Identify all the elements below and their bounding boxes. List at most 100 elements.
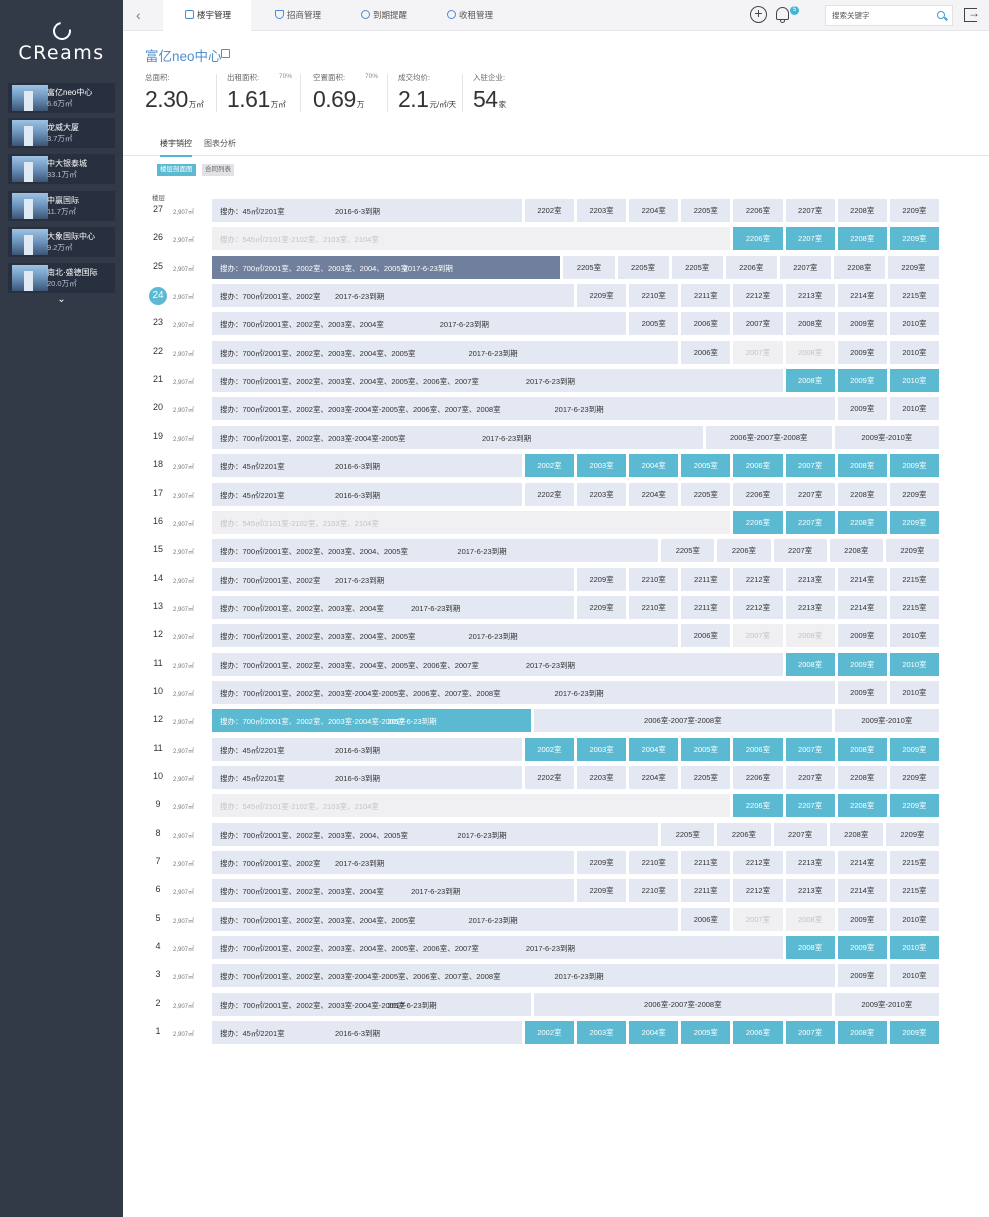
room-cell[interactable]: 2009室-2010室 [834,709,939,733]
room-cell[interactable]: 2209室 [577,851,627,875]
lease-block[interactable]: 搜办：45㎡/2201室 2016-6-3到期 [212,199,522,222]
tab-sales-control[interactable]: 楼宇销控 [160,138,192,157]
add-icon[interactable]: + [750,6,767,23]
sidebar-building-card[interactable]: 龙威大厦 3.7万㎡ [8,118,115,148]
room-cell[interactable]: 2202室 [524,482,574,506]
sidebar-building-card[interactable]: 中大银泰城 33.1万㎡ [8,154,115,184]
logo[interactable]: CReams [0,18,123,64]
lease-block[interactable]: 搜办：700㎡/2001室、2002室、2003室、2004室、2005室、20… [212,369,783,393]
room-cell[interactable]: 2009室 [889,454,939,478]
search-input[interactable] [832,9,932,22]
room-cell[interactable]: 2209室 [889,510,939,534]
room-cell[interactable]: 2215室 [889,851,939,875]
lease-block[interactable]: 搜办：700㎡/2001室、2002室、2003室、2004、2005室 2017… [212,539,659,563]
view-contract-list-button[interactable]: 合同列表 [202,164,234,176]
room-cell[interactable]: 2006室 [733,454,783,478]
room-cell[interactable]: 2211室 [681,851,731,875]
room-cell[interactable]: 2003室 [577,1021,627,1045]
room-cell[interactable]: 2009室 [837,624,887,648]
room-cell[interactable]: 2009室-2010室 [834,992,939,1016]
room-cell[interactable]: 2003室 [577,737,627,761]
room-cell[interactable]: 2210室 [629,879,679,903]
room-cell[interactable]: 2006室-2007室-2008室 [705,425,832,449]
room-cell[interactable]: 2202室 [524,766,574,789]
room-cell[interactable]: 2213室 [785,879,835,903]
room-cell[interactable]: 2007室 [733,340,783,364]
lease-block[interactable]: 搜办：700㎡/2001室、2002室、2003室、2004室 2017-6-23… [212,312,627,336]
room-cell[interactable]: 2208室 [833,255,885,279]
room-cell[interactable]: 2007室 [733,624,783,648]
room-cell[interactable]: 2009室 [837,652,887,676]
room-cell[interactable]: 2009室 [889,1021,939,1045]
room-cell[interactable]: 2211室 [681,284,731,308]
room-cell[interactable]: 2209室 [577,879,627,903]
search-icon[interactable] [937,11,945,19]
tab-chart-analysis[interactable]: 图表分析 [204,138,236,149]
room-cell[interactable]: 2209室 [889,227,939,251]
tab-rent-collection[interactable]: 收租管理 [447,0,493,31]
bell-icon[interactable] [775,6,791,23]
room-cell[interactable]: 2205室 [681,766,731,789]
room-cell[interactable]: 2008室 [785,369,835,393]
room-cell[interactable]: 2008室 [785,312,835,336]
room-cell[interactable]: 2208室 [829,539,883,563]
room-cell[interactable]: 2214室 [837,284,887,308]
room-cell[interactable]: 2010室 [889,964,939,988]
room-cell[interactable]: 2008室 [837,1021,887,1045]
room-cell[interactable]: 2006室 [733,1021,783,1045]
room-cell[interactable]: 2215室 [889,879,939,903]
room-cell[interactable]: 2205室 [671,255,723,279]
room-cell[interactable]: 2206室 [733,794,783,818]
room-cell[interactable]: 2207室 [785,482,835,506]
room-cell[interactable]: 2005室 [681,1021,731,1045]
room-cell[interactable]: 2209室 [889,482,939,506]
lease-block[interactable]: 搜办：700㎡/2001室、2002室、2003室、2004室 2017-6-23… [212,879,574,903]
room-cell[interactable]: 2006室 [681,312,731,336]
room-cell[interactable]: 2008室 [785,907,835,931]
lease-block[interactable]: 搜办：700㎡/2001室、2002室、2003室、2004室、2005室、20… [212,936,783,960]
room-cell[interactable]: 2009室 [837,369,887,393]
room-cell[interactable]: 2006室 [733,737,783,761]
room-cell[interactable]: 2010室 [889,369,939,393]
room-cell[interactable]: 2009室 [889,737,939,761]
room-cell[interactable]: 2006室 [681,907,731,931]
room-cell[interactable]: 2006室-2007室-2008室 [534,992,832,1016]
room-cell[interactable]: 2008室 [837,737,887,761]
room-cell[interactable]: 2207室 [785,794,835,818]
lease-block[interactable]: 搜办：700㎡/2001室、2002室、2003室、2004室 2017-6-23… [212,595,574,619]
room-cell[interactable]: 2010室 [889,340,939,364]
room-cell[interactable]: 2208室 [829,822,883,846]
sidebar-building-card[interactable]: 富亿neo中心 6.6万㎡ [8,83,115,113]
lease-block[interactable]: 搜办：700㎡/2001室、2002室、2003室、2004室、2005室 201… [212,907,679,931]
lease-block[interactable]: 搜办：545㎡/2101室-2102室、2103室、2104室 [212,794,731,818]
lease-block[interactable]: 搜办：45㎡/2201室 2016-6-3到期 [212,454,522,478]
room-cell[interactable]: 2002室 [524,737,574,761]
room-cell[interactable]: 2009室-2010室 [834,425,939,449]
room-cell[interactable]: 2006室 [681,340,731,364]
room-cell[interactable]: 2203室 [577,482,627,506]
room-cell[interactable]: 2205室 [661,822,715,846]
room-cell[interactable]: 2213室 [785,851,835,875]
room-cell[interactable]: 2215室 [889,567,939,591]
room-cell[interactable]: 2210室 [629,595,679,619]
lease-block[interactable]: 搜办：700㎡/2001室、2002室 2017-6-23到期 [212,284,574,308]
room-cell[interactable]: 2212室 [733,567,783,591]
lease-block[interactable]: 搜办：700㎡/2001室、2002室 2017-6-23到期 [212,567,574,591]
room-cell[interactable]: 2213室 [785,567,835,591]
room-cell[interactable]: 2203室 [577,766,627,789]
room-cell[interactable]: 2010室 [889,652,939,676]
lease-block[interactable]: 搜办：700㎡/2001室、2002室、2003室、2004、2005室 2017… [212,822,659,846]
room-cell[interactable]: 2210室 [629,851,679,875]
room-cell[interactable]: 2215室 [889,595,939,619]
room-cell[interactable]: 2209室 [885,539,939,563]
room-cell[interactable]: 2009室 [837,964,887,988]
room-cell[interactable]: 2005室 [629,312,679,336]
room-cell[interactable]: 2211室 [681,879,731,903]
room-cell[interactable]: 2206室 [717,539,771,563]
room-cell[interactable]: 2207室 [785,199,835,222]
room-cell[interactable]: 2009室 [837,397,887,421]
room-cell[interactable]: 2214室 [837,851,887,875]
edit-icon[interactable] [221,49,230,58]
room-cell[interactable]: 2208室 [837,510,887,534]
room-cell[interactable]: 2204室 [629,482,679,506]
